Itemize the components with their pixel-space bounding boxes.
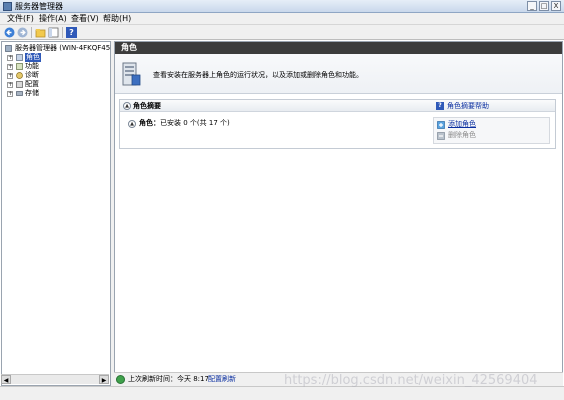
details-pane: 角色 查看安装在服务器上角色的运行状况，以及添加或删除角色和功能。 ▲ 角色摘要… <box>114 41 563 386</box>
help-icon[interactable]: ? <box>66 27 77 38</box>
configuration-icon <box>16 81 23 88</box>
tree-item-diagnostics[interactable]: 诊断 <box>25 71 39 80</box>
menu-file[interactable]: 文件(F) <box>7 14 34 24</box>
details-header-title: 角色 <box>121 43 137 52</box>
menu-help[interactable]: 帮助(H) <box>103 14 131 24</box>
refresh-icon[interactable] <box>116 375 125 384</box>
toolbar-separator <box>62 27 63 38</box>
tree-item-features[interactable]: 功能 <box>25 62 39 71</box>
roles-icon <box>16 54 23 61</box>
roles-summary-section: ▲ 角色摘要 ? 角色摘要帮助 ▲ 角色：已安装 0 个(共 17 个) 添加角… <box>119 99 556 149</box>
help-icon[interactable]: ? <box>436 102 444 110</box>
remove-role-link: 删除角色 <box>448 131 476 139</box>
up-folder-icon[interactable] <box>35 27 46 38</box>
tree-item-roles[interactable]: 角色 <box>25 53 41 62</box>
roles-summary-header: ▲ 角色摘要 ? 角色摘要帮助 <box>120 100 555 112</box>
tree-item-storage[interactable]: 存储 <box>25 89 39 98</box>
show-hide-tree-icon[interactable] <box>48 27 59 38</box>
expand-icon[interactable]: + <box>7 73 13 79</box>
back-arrow-icon[interactable] <box>4 27 15 38</box>
roles-intro-banner: 查看安装在服务器上角色的运行状况，以及添加或删除角色和功能。 <box>115 54 562 94</box>
last-refresh-text: 上次刷新时间：今天 8:17 <box>128 375 209 383</box>
watermark-text: https://blog.csdn.net/weixin_42569404 <box>284 373 538 388</box>
expand-icon[interactable]: + <box>7 64 13 70</box>
menu-bar: 文件(F) 操作(A) 查看(V) 帮助(H) <box>0 13 564 25</box>
add-role-link[interactable]: 添加角色 <box>448 120 476 129</box>
roles-installed-count: 已安装 0 个(共 17 个) <box>160 119 230 127</box>
storage-icon <box>16 90 23 97</box>
tree-horizontal-scrollbar[interactable]: ◀ ▶ <box>1 374 109 384</box>
features-icon <box>16 63 23 70</box>
diagnostics-icon <box>16 72 23 79</box>
configure-refresh-link[interactable]: 配置刷新 <box>208 375 236 384</box>
minimize-button[interactable]: _ <box>527 1 537 11</box>
server-roles-icon <box>121 61 141 87</box>
roles-summary-help-link[interactable]: 角色摘要帮助 <box>447 102 489 110</box>
menu-action[interactable]: 操作(A) <box>39 14 67 24</box>
roles-summary-title: 角色摘要 <box>133 102 161 110</box>
scroll-right-icon[interactable]: ▶ <box>99 375 109 384</box>
menu-view[interactable]: 查看(V) <box>71 14 99 24</box>
title-bar: 服务器管理器 _ □ X <box>0 0 564 13</box>
details-header: 角色 <box>115 42 562 54</box>
forward-arrow-icon[interactable] <box>17 27 28 38</box>
server-icon <box>5 45 12 52</box>
remove-role-icon <box>437 132 445 140</box>
roles-label: 角色： <box>139 119 160 127</box>
close-button[interactable]: X <box>551 1 561 11</box>
roles-actions-panel: 添加角色 删除角色 <box>433 117 550 144</box>
roles-status-row: 角色：已安装 0 个(共 17 个) <box>139 119 230 128</box>
collapse-section-icon[interactable]: ▲ <box>123 102 131 110</box>
toolbar: ? <box>0 25 564 40</box>
navigation-tree: 服务器管理器 (WIN-4FKQF45MPS + 角色 + 功能 + 诊断 + … <box>1 41 125 386</box>
expand-icon[interactable]: + <box>7 55 13 61</box>
toolbar-separator <box>31 27 32 38</box>
server-manager-app-icon <box>3 2 12 11</box>
tree-item-configuration[interactable]: 配置 <box>25 80 39 89</box>
window-title: 服务器管理器 <box>15 2 63 11</box>
expand-icon[interactable]: + <box>7 91 13 97</box>
maximize-button[interactable]: □ <box>539 1 549 11</box>
scroll-left-icon[interactable]: ◀ <box>1 375 11 384</box>
expand-icon[interactable]: + <box>7 82 13 88</box>
roles-intro-text: 查看安装在服务器上角色的运行状况，以及添加或删除角色和功能。 <box>153 71 363 79</box>
collapse-roles-icon[interactable]: ▲ <box>128 120 136 128</box>
add-role-icon <box>437 121 445 129</box>
tree-root-server-manager[interactable]: 服务器管理器 (WIN-4FKQF45MPS <box>15 44 125 53</box>
